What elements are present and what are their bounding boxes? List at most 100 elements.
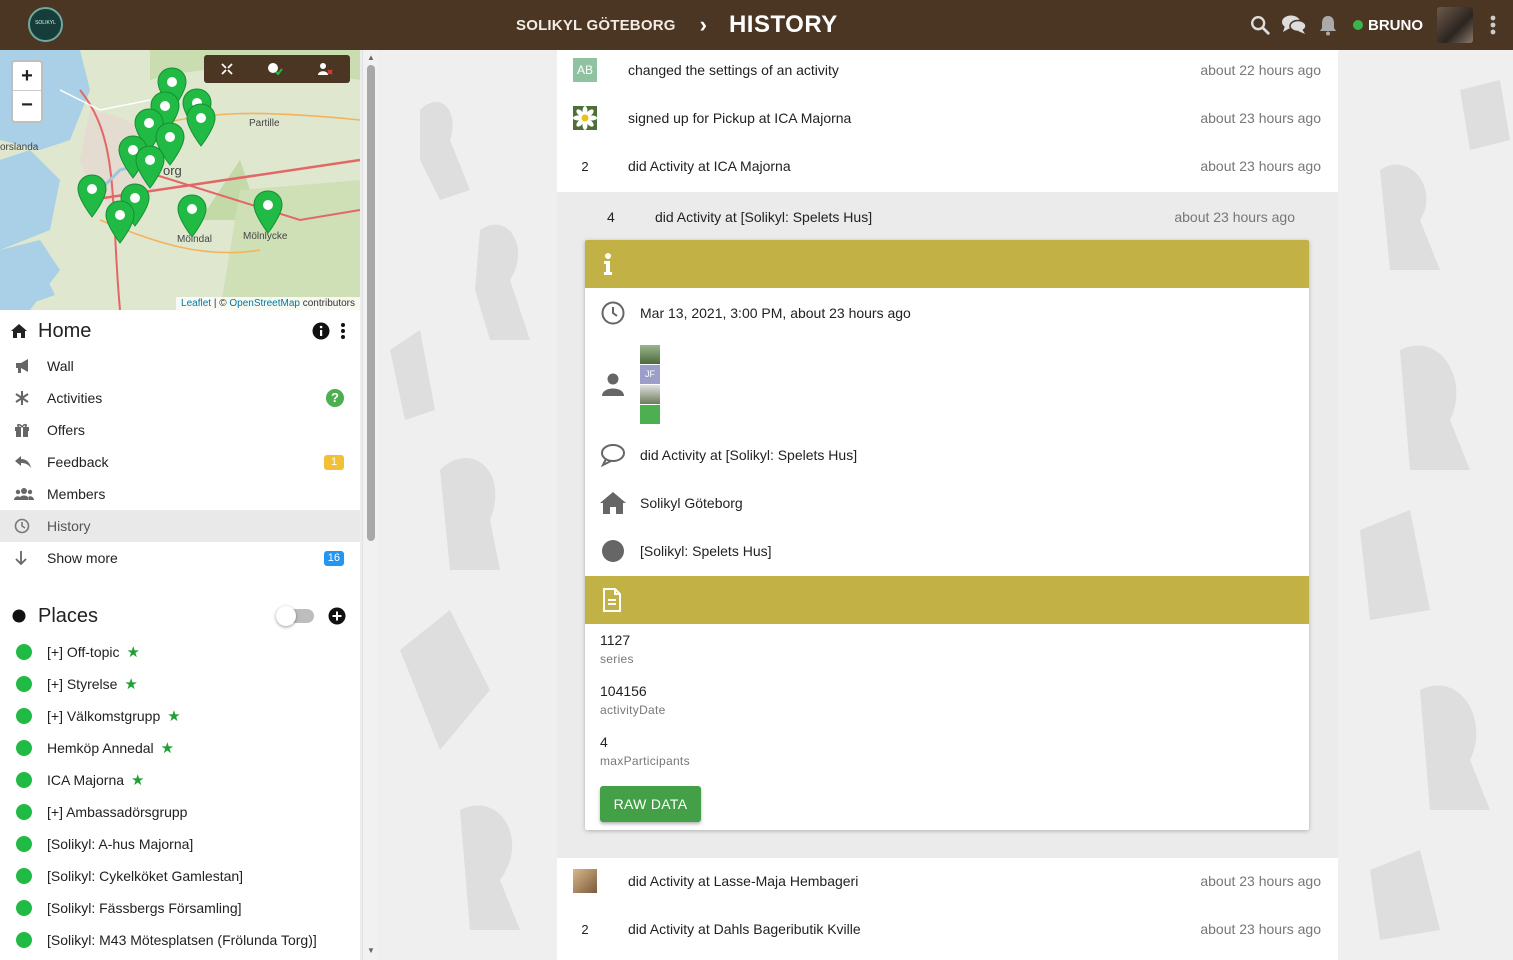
page-title: HISTORY: [728, 11, 838, 38]
avatar: [573, 869, 597, 893]
place-name: [+] Ambassadörsgrupp: [47, 804, 188, 820]
history-entry[interactable]: did Activity at Lasse-Maja Hembageri abo…: [557, 857, 1338, 905]
megaphone-icon: [0, 358, 47, 374]
attribution-separator: | ©: [211, 298, 230, 309]
raw-data-button[interactable]: RAW DATA: [600, 786, 701, 822]
map-marker-icon[interactable]: [177, 194, 207, 238]
history-text: did Activity at [Solikyl: Spelets Hus]: [655, 209, 873, 225]
sidebar-item-label: Members: [47, 486, 106, 502]
sidebar-item-offers[interactable]: Offers: [0, 414, 360, 446]
zoom-out-button[interactable]: −: [13, 91, 41, 120]
sidebar-item-wall[interactable]: Wall: [0, 350, 360, 382]
map-marker-icon[interactable]: [105, 200, 135, 244]
place-item[interactable]: [+] Styrelse ★: [0, 668, 360, 700]
sidebar-item-label: Show more: [47, 550, 118, 566]
history-time: about 22 hours ago: [1200, 62, 1321, 78]
place-circle-icon: [585, 539, 640, 563]
history-entry[interactable]: signed up for Pickup at ICA Majorna abou…: [557, 94, 1338, 142]
place-item[interactable]: Hemköp Annedal ★: [0, 732, 360, 764]
place-name: [+] Välkomstgrupp: [47, 708, 161, 724]
user-menu[interactable]: BRUNO: [1353, 7, 1473, 43]
chat-icon[interactable]: [1277, 0, 1311, 50]
map-zoom-control: + −: [11, 60, 43, 123]
scrollbar-thumb[interactable]: [367, 65, 375, 541]
show-users-icon[interactable]: [317, 62, 333, 76]
info-icon: [604, 253, 612, 275]
flower-icon: [573, 106, 597, 130]
breadcrumb-group[interactable]: SOLIKYL GÖTEBORG: [516, 17, 676, 34]
group-logo[interactable]: SOLIKYL: [28, 7, 63, 42]
place-status-dot: [16, 804, 32, 820]
raw-field-value: 1127: [600, 632, 631, 648]
online-status-dot: [1353, 20, 1363, 30]
attribution-tail: contributors: [299, 298, 355, 309]
more-vert-icon[interactable]: [1473, 14, 1513, 36]
show-more-count-badge: 16: [323, 550, 344, 566]
place-item[interactable]: ICA Majorna ★: [0, 764, 360, 796]
place-item[interactable]: [+] Ambassadörsgrupp: [0, 796, 360, 828]
place-item[interactable]: [+] Välkomstgrupp ★: [0, 700, 360, 732]
sidebar-item-show-more[interactable]: Show more 16: [0, 542, 360, 574]
home-icon: [585, 491, 640, 515]
place-item[interactable]: [Solikyl: Fässbergs Församling]: [0, 892, 360, 924]
detail-date-text: Mar 13, 2021, 3:00 PM, about 23 hours ag…: [640, 305, 911, 321]
show-all-places-toggle[interactable]: [276, 606, 314, 626]
home-header[interactable]: Home: [0, 315, 360, 347]
participant-avatar[interactable]: [640, 344, 660, 364]
history-time: about 23 hours ago: [1200, 158, 1321, 174]
place-name: [Solikyl: M43 Mötesplatsen (Frölunda Tor…: [47, 932, 317, 948]
detail-place: [Solikyl: Spelets Hus]: [585, 536, 1309, 566]
star-icon: ★: [160, 740, 175, 757]
raw-field: 4 maxParticipants: [600, 734, 690, 768]
history-entry[interactable]: 2 did Activity at ICA Majorna about 23 h…: [557, 142, 1338, 190]
circle-icon: [0, 609, 38, 623]
sidebar-item-history[interactable]: History: [0, 510, 360, 542]
raw-field: 104156 activityDate: [600, 683, 666, 717]
bell-icon[interactable]: [1311, 0, 1345, 50]
help-icon[interactable]: ?: [326, 389, 344, 407]
map-marker-icon[interactable]: [186, 103, 216, 147]
info-icon[interactable]: [312, 322, 330, 340]
raw-field-key: activityDate: [600, 703, 666, 717]
osm-link[interactable]: OpenStreetMap: [229, 298, 300, 309]
leaflet-link[interactable]: Leaflet: [181, 298, 211, 309]
participant-avatar[interactable]: [640, 384, 660, 404]
participant-avatar[interactable]: JF: [640, 364, 660, 384]
history-entry[interactable]: 2 did Activity at Dahls Bageributik Kvil…: [557, 905, 1338, 953]
place-status-dot: [16, 932, 32, 948]
map[interactable]: Partille org Mölndal Mölnlycke orslanda …: [0, 50, 360, 310]
detail-message: did Activity at [Solikyl: Spelets Hus]: [585, 440, 1309, 470]
scroll-down-icon[interactable]: ▼: [367, 946, 375, 955]
sidebar-item-members[interactable]: Members: [0, 478, 360, 510]
place-status-dot: [16, 772, 32, 788]
add-place-icon[interactable]: [328, 607, 346, 625]
place-item[interactable]: [Solikyl: Cykelköket Gamlestan]: [0, 860, 360, 892]
place-item[interactable]: [Solikyl: A-hus Majorna]: [0, 828, 360, 860]
search-icon[interactable]: [1243, 0, 1277, 50]
top-bar: SOLIKYL SOLIKYL GÖTEBORG › HISTORY BRUNO: [0, 0, 1513, 50]
more-vert-icon[interactable]: [340, 322, 346, 340]
place-name: [Solikyl: Fässbergs Församling]: [47, 900, 242, 916]
history-entry-header[interactable]: 4 did Activity at [Solikyl: Spelets Hus]…: [557, 192, 1338, 242]
map-marker-icon[interactable]: [77, 174, 107, 218]
detail-group-text[interactable]: Solikyl Göteborg: [640, 495, 743, 511]
participant-avatar[interactable]: [640, 404, 660, 424]
history-entry[interactable]: AB changed the settings of an activity a…: [557, 50, 1338, 94]
avatar[interactable]: [1437, 7, 1473, 43]
sidebar-item-activities[interactable]: Activities ?: [0, 382, 360, 414]
chevron-right-icon: ›: [699, 12, 707, 37]
place-item[interactable]: [+] Off-topic ★: [0, 636, 360, 668]
raw-field: 1127 series: [600, 632, 634, 666]
place-status-dot: [16, 676, 32, 692]
sidebar-item-feedback[interactable]: Feedback 1: [0, 446, 360, 478]
raw-field-key: series: [600, 652, 634, 666]
show-places-icon[interactable]: [267, 62, 283, 76]
zoom-in-button[interactable]: +: [13, 62, 41, 91]
scroll-up-icon[interactable]: ▲: [367, 53, 375, 62]
map-marker-icon[interactable]: [253, 190, 283, 234]
map-attribution: Leaflet | © OpenStreetMap contributors: [176, 297, 360, 310]
fullscreen-icon[interactable]: [221, 63, 233, 75]
detail-place-text[interactable]: [Solikyl: Spelets Hus]: [640, 543, 772, 559]
place-item[interactable]: [Solikyl: M43 Mötesplatsen (Frölunda Tor…: [0, 924, 360, 956]
sidebar-scrollbar[interactable]: ▲ ▼: [362, 50, 379, 960]
